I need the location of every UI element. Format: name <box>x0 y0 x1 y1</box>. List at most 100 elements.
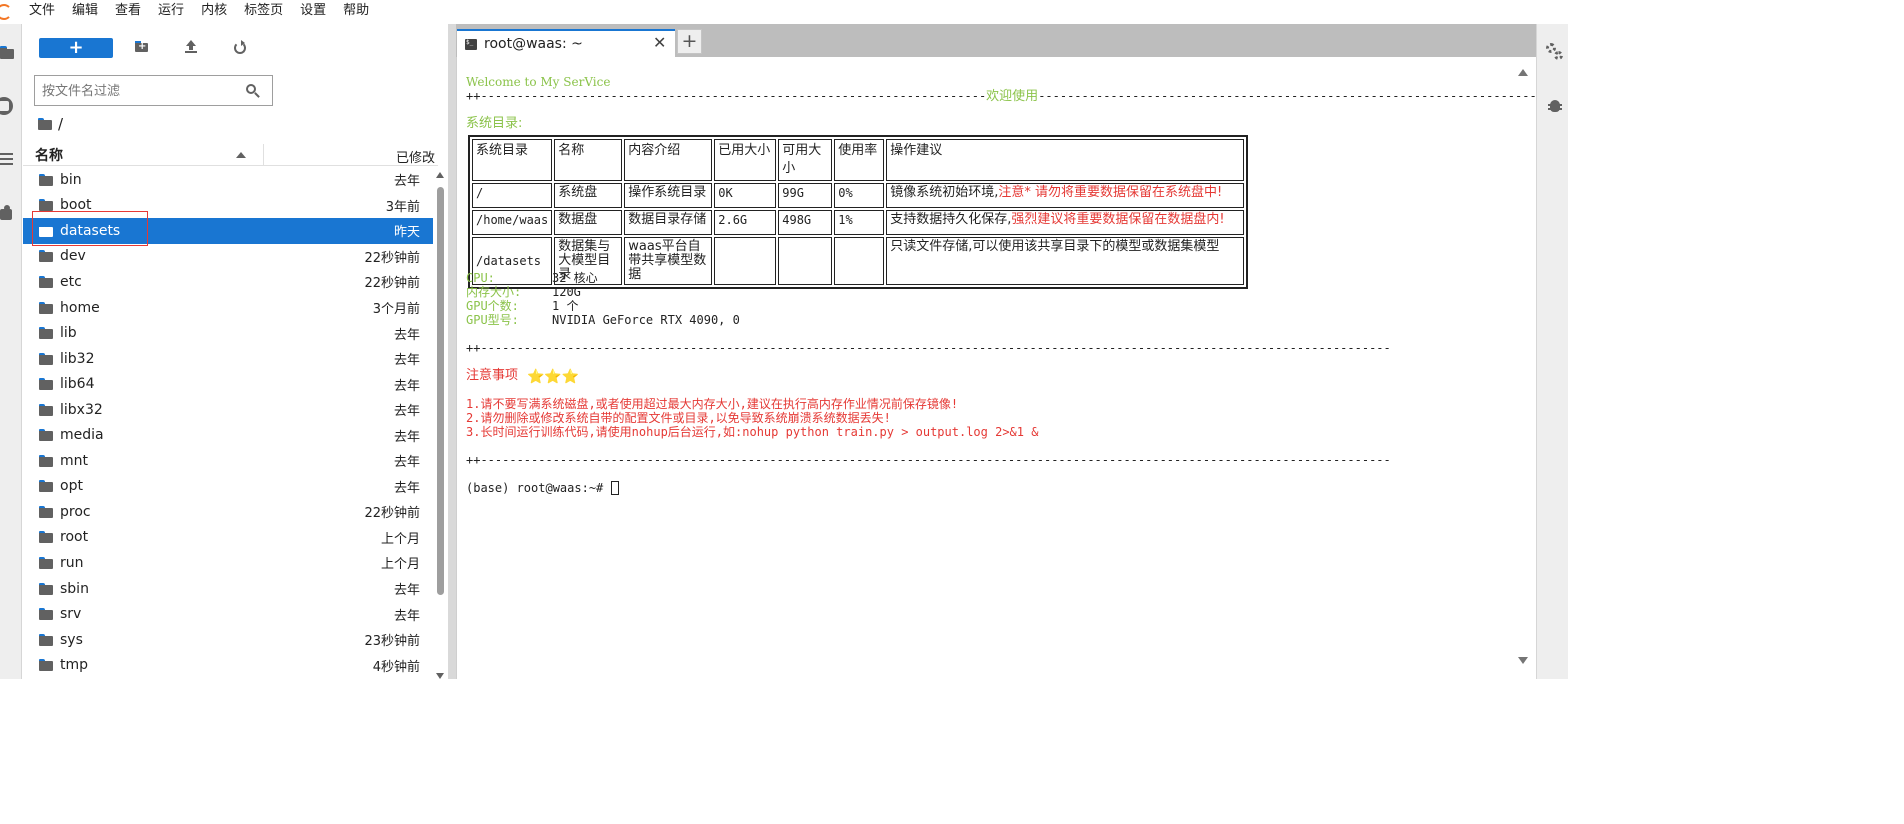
file-row-tmp[interactable]: tmp 4秒钟前 <box>23 652 433 678</box>
sysinfo-label: CPU: <box>466 271 495 285</box>
table-of-contents-icon[interactable] <box>0 151 16 167</box>
breadcrumb-root[interactable]: / <box>58 115 63 133</box>
scroll-down-icon[interactable] <box>436 673 444 679</box>
folder-icon <box>39 505 53 518</box>
folder-icon <box>39 582 53 595</box>
sysinfo-row: 内存大小: 120G <box>466 285 581 299</box>
file-row-sbin[interactable]: sbin 去年 <box>23 576 433 602</box>
refresh-icon[interactable] <box>231 39 249 57</box>
sysinfo-row: GPU个数: 1 个 <box>466 299 578 313</box>
file-name: opt <box>60 478 83 495</box>
file-modified: 22秒钟前 <box>364 506 420 522</box>
menu-file[interactable]: 文件 <box>29 0 55 24</box>
file-name: lib64 <box>60 376 95 393</box>
file-modified: 去年 <box>393 608 420 624</box>
sort-ascending-icon[interactable] <box>236 152 246 158</box>
column-divider <box>263 144 264 166</box>
scroll-thumb[interactable] <box>437 187 444 595</box>
file-list-scrollbar[interactable] <box>433 167 447 679</box>
advice-warning: 强烈建议将重要数据保留在数据盘内! <box>1011 212 1225 227</box>
file-row-lib32[interactable]: lib32 去年 <box>23 346 433 372</box>
cell-advice: 支持数据持久化保存,强烈建议将重要数据保留在数据盘内! <box>886 210 1245 235</box>
filter-input[interactable] <box>42 81 232 101</box>
column-header-name[interactable]: 名称 <box>35 145 63 165</box>
col-usage: 使用率 <box>834 139 885 181</box>
top-rule-right: ----------------------------------------… <box>1038 89 1566 103</box>
terminal-scrollbar[interactable] <box>1516 65 1530 673</box>
close-icon[interactable]: ✕ <box>653 35 666 51</box>
file-modified: 去年 <box>393 327 420 343</box>
scroll-up-icon[interactable] <box>436 172 444 178</box>
file-row-boot[interactable]: boot 3年前 <box>23 193 433 219</box>
file-row-mnt[interactable]: mnt 去年 <box>23 448 433 474</box>
folder-icon <box>39 531 53 544</box>
section-title: 系统目录: <box>466 116 523 131</box>
menu-help[interactable]: 帮助 <box>343 0 369 24</box>
menu-view[interactable]: 查看 <box>115 0 141 24</box>
menu-settings[interactable]: 设置 <box>300 0 326 24</box>
file-row-dev[interactable]: dev 22秒钟前 <box>23 244 433 270</box>
file-row-sys[interactable]: sys 23秒钟前 <box>23 627 433 653</box>
file-row-libx32[interactable]: libx32 去年 <box>23 397 433 423</box>
debugger-bug-icon[interactable] <box>1548 98 1562 112</box>
file-name: lib <box>60 325 77 342</box>
menu-kernel[interactable]: 内核 <box>201 0 227 24</box>
shell-prompt-line[interactable]: (base) root@waas:~# <box>466 481 619 495</box>
file-row-media[interactable]: media 去年 <box>23 422 433 448</box>
file-name: etc <box>60 273 82 290</box>
add-tab-button[interactable]: + <box>677 29 702 54</box>
terminal-output[interactable]: Welcome to My SerVice ++----------------… <box>456 57 1566 679</box>
menu-tabs[interactable]: 标签页 <box>244 0 283 24</box>
sysinfo-label: 内存大小: <box>466 285 522 299</box>
file-row-etc[interactable]: etc 22秒钟前 <box>23 269 433 295</box>
menu-edit[interactable]: 编辑 <box>72 0 98 24</box>
file-row-lib[interactable]: lib 去年 <box>23 320 433 346</box>
file-row-opt[interactable]: opt 去年 <box>23 474 433 500</box>
file-modified: 22秒钟前 <box>364 250 420 266</box>
file-row-run[interactable]: run 上个月 <box>23 550 433 576</box>
menu-run[interactable]: 运行 <box>158 0 184 24</box>
property-inspector-gears-icon[interactable] <box>1546 43 1564 61</box>
notice-line: 3.长时间运行训练代码,请使用nohup后台运行,如:nohup python … <box>466 425 1039 439</box>
column-header-modified[interactable]: 已修改 <box>396 147 435 166</box>
folder-icon <box>39 352 53 365</box>
folder-icon <box>39 199 53 212</box>
file-row-lib64[interactable]: lib64 去年 <box>23 371 433 397</box>
file-row-home[interactable]: home 3个月前 <box>23 295 433 321</box>
new-folder-icon[interactable]: + <box>133 39 151 57</box>
file-list-header: 名称 已修改 <box>23 144 438 166</box>
extension-puzzle-icon[interactable] <box>0 205 16 221</box>
upload-icon[interactable] <box>182 39 200 57</box>
sysinfo-row: GPU型号: NVIDIA GeForce RTX 4090, 0 <box>466 313 740 327</box>
file-browser-panel: + + / 名称 已修改 bin 去年 boot 3年前 datasets 昨天 de… <box>23 24 448 679</box>
file-name: boot <box>60 197 92 214</box>
advice-text: 支持数据持久化保存, <box>890 212 1012 227</box>
file-modified: 22秒钟前 <box>364 276 420 292</box>
sysinfo-label: GPU个数: <box>466 299 519 313</box>
shell-prompt: (base) root@waas:~# <box>466 481 611 495</box>
file-row-proc[interactable]: proc 22秒钟前 <box>23 499 433 525</box>
panel-splitter[interactable] <box>448 24 456 679</box>
sysinfo-value: 120G <box>552 285 581 299</box>
tab-terminal[interactable]: root@waas: ~ ✕ <box>457 29 675 57</box>
running-terminals-stop-icon[interactable] <box>0 97 16 115</box>
folder-icon <box>39 275 53 288</box>
cell-used <box>714 237 777 285</box>
folder-icon <box>39 224 53 237</box>
advice-text: 镜像系统初始环境, <box>890 185 999 200</box>
file-modified: 去年 <box>393 429 420 445</box>
file-row-root[interactable]: root 上个月 <box>23 525 433 551</box>
file-row-srv[interactable]: srv 去年 <box>23 601 433 627</box>
folder-icon <box>39 327 53 340</box>
folder-icon <box>39 250 53 263</box>
file-row-datasets[interactable]: datasets 昨天 <box>23 218 433 244</box>
file-browser-folder-icon[interactable] <box>0 45 16 61</box>
folder-icon[interactable] <box>38 118 52 130</box>
folder-icon <box>39 633 53 646</box>
scroll-down-icon[interactable] <box>1518 657 1528 664</box>
folder-icon <box>39 378 53 391</box>
new-launcher-button[interactable]: + <box>39 38 113 58</box>
file-row-bin[interactable]: bin 去年 <box>23 167 433 193</box>
scroll-up-icon[interactable] <box>1518 69 1528 76</box>
file-modified: 3个月前 <box>372 302 420 317</box>
